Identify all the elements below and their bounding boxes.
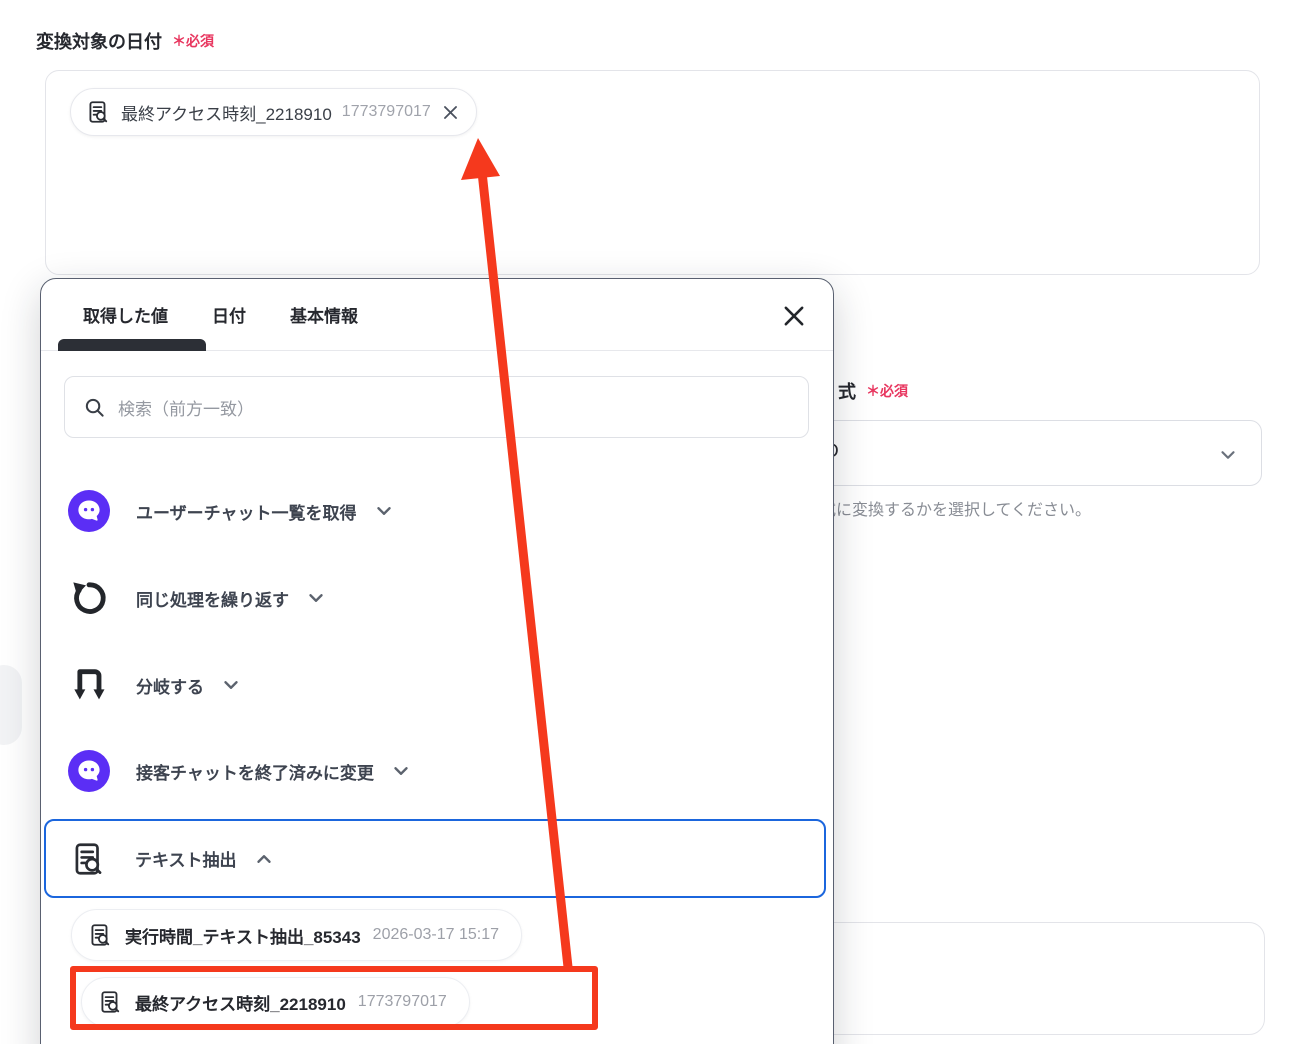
variable-name: 実行時間_テキスト抽出_85343: [125, 927, 361, 947]
format-helper-text: 式に変換するかを選択してください。: [820, 502, 1092, 519]
doc-search-icon: [101, 991, 120, 1013]
action-repeat-process[interactable]: 同じ処理を繰り返す: [67, 574, 327, 622]
chat-icon: [67, 749, 111, 793]
action-label: 同じ処理を繰り返す: [136, 590, 289, 610]
active-tab-underline: [58, 339, 206, 351]
action-branch[interactable]: 分岐する: [67, 661, 242, 709]
action-label: テキスト抽出: [135, 851, 237, 870]
action-text-extraction[interactable]: テキスト抽出: [44, 819, 826, 898]
tab-basic-info[interactable]: 基本情報: [290, 302, 358, 327]
tab-acquired-values[interactable]: 取得した値: [83, 302, 168, 327]
action-label: ユーザーチャット一覧を取得: [136, 503, 357, 523]
action-label: 分岐する: [136, 677, 204, 697]
chevron-down-icon[interactable]: [305, 587, 327, 609]
search-placeholder: 検索（前方一致）: [118, 399, 254, 419]
doc-search-icon: [91, 924, 110, 946]
required-badge: ＊必須: [172, 33, 214, 49]
chat-icon: [67, 489, 111, 533]
chevron-down-icon: [1217, 444, 1239, 471]
selected-variable-chip[interactable]: 最終アクセス時刻_2218910 1773797017: [70, 88, 477, 136]
branch-icon: [67, 663, 111, 707]
doc-search-icon: [89, 101, 108, 123]
chevron-down-icon[interactable]: [220, 674, 242, 696]
variable-name: 最終アクセス時刻_2218910: [135, 994, 346, 1014]
search-input[interactable]: 検索（前方一致）: [64, 376, 809, 438]
variable-item-last-access-time[interactable]: 最終アクセス時刻_2218910 1773797017: [81, 977, 470, 1027]
format-required-badge: ＊必須: [866, 383, 908, 399]
field-label-row: 変換対象の日付 ＊必須: [36, 28, 214, 54]
format-select[interactable]: D: [790, 420, 1262, 486]
search-icon: [85, 398, 104, 417]
tab-date[interactable]: 日付: [212, 302, 246, 327]
variable-item-execution-time[interactable]: 実行時間_テキスト抽出_85343 2026-03-17 15:17: [71, 909, 522, 961]
variable-value: 1773797017: [357, 993, 447, 1010]
chevron-down-icon[interactable]: [390, 760, 412, 782]
action-close-support-chat[interactable]: 接客チャットを終了済みに変更: [67, 747, 412, 795]
close-modal-button[interactable]: [779, 301, 809, 331]
chevron-up-icon[interactable]: [253, 848, 275, 870]
action-label: 接客チャットを終了済みに変更: [136, 763, 374, 783]
variable-value: 2026-03-17 15:17: [372, 926, 499, 943]
action-get-user-chat-list[interactable]: ユーザーチャット一覧を取得: [67, 487, 395, 535]
variable-picker-modal: 取得した値 日付 基本情報 検索（前方一致） ユーザーチャット一覧を取得 同じ処…: [40, 278, 834, 1044]
chevron-down-icon[interactable]: [373, 500, 395, 522]
chip-name: 最終アクセス時刻_2218910: [121, 104, 332, 124]
close-icon: [784, 306, 804, 326]
repeat-icon: [67, 576, 111, 620]
doc-search-icon: [75, 842, 102, 875]
chip-value: 1773797017: [341, 103, 431, 120]
field-label: 変換対象の日付: [36, 32, 162, 52]
page: 変換対象の日付 ＊必須 最終アクセス時刻_2218910 1773797017 …: [0, 0, 1292, 1044]
background-element-edge: [0, 665, 22, 745]
format-label-fragment: 式: [838, 382, 856, 402]
remove-chip-icon[interactable]: [441, 103, 460, 122]
format-label-row: 式 ＊必須: [838, 378, 908, 404]
bottom-right-field[interactable]: [790, 922, 1265, 1035]
